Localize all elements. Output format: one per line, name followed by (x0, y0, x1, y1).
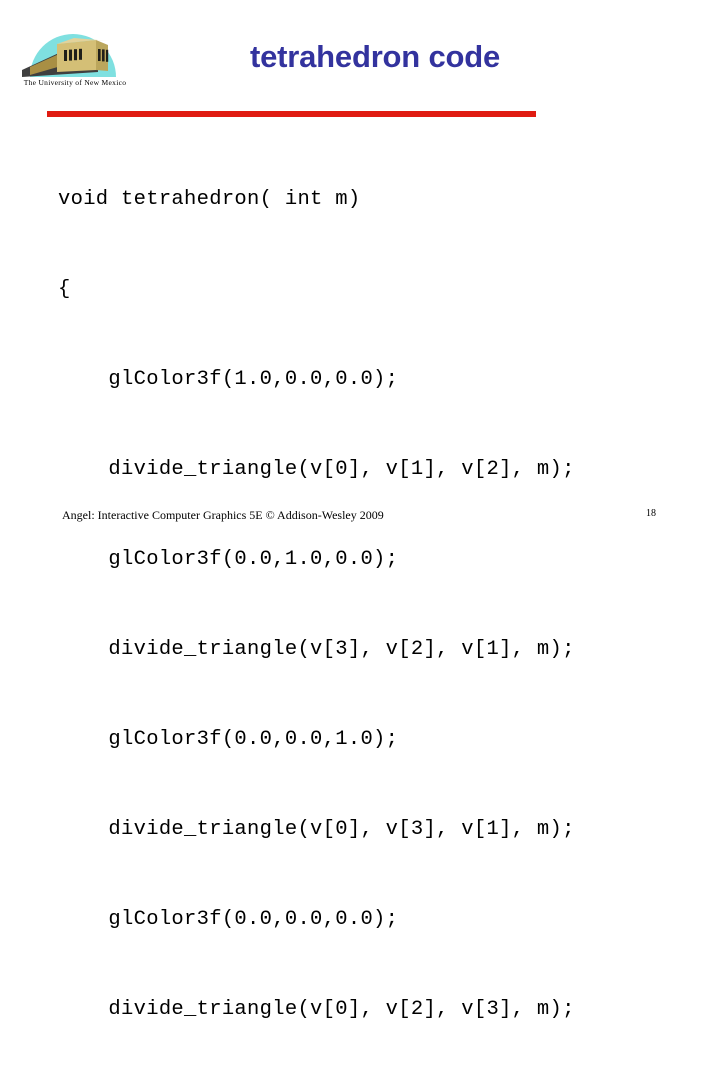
code-line: divide_triangle(v[0], v[1], v[2], m); (58, 458, 575, 481)
title-divider-rule (47, 111, 536, 117)
code-block: void tetrahedron( int m) { glColor3f(1.0… (58, 125, 698, 1080)
code-line: glColor3f(1.0,0.0,0.0); (58, 368, 399, 391)
code-line: glColor3f(0.0,0.0,1.0); (58, 728, 399, 751)
code-line: divide_triangle(v[3], v[2], v[1], m); (58, 638, 575, 661)
code-line: glColor3f(0.0,0.0,0.0); (58, 908, 399, 931)
footer-credit: Angel: Interactive Computer Graphics 5E … (62, 508, 384, 522)
code-line: divide_triangle(v[0], v[3], v[1], m); (58, 818, 575, 841)
unm-logo-caption: The University of New Mexico (23, 78, 127, 87)
code-line: divide_triangle(v[0], v[2], v[3], m); (58, 998, 575, 1021)
code-line: glColor3f(0.0,1.0,0.0); (58, 548, 399, 571)
code-line: void tetrahedron( int m) (58, 188, 361, 211)
slide-page-number: 18 (646, 508, 656, 519)
unm-logo: The University of New Mexico (12, 20, 134, 98)
unm-adobe-building-logo-icon (22, 34, 116, 77)
slide-canvas: The University of New Mexico tetrahedron… (0, 0, 720, 1021)
slide-title: tetrahedron code (249, 39, 500, 74)
code-line: { (58, 278, 71, 301)
